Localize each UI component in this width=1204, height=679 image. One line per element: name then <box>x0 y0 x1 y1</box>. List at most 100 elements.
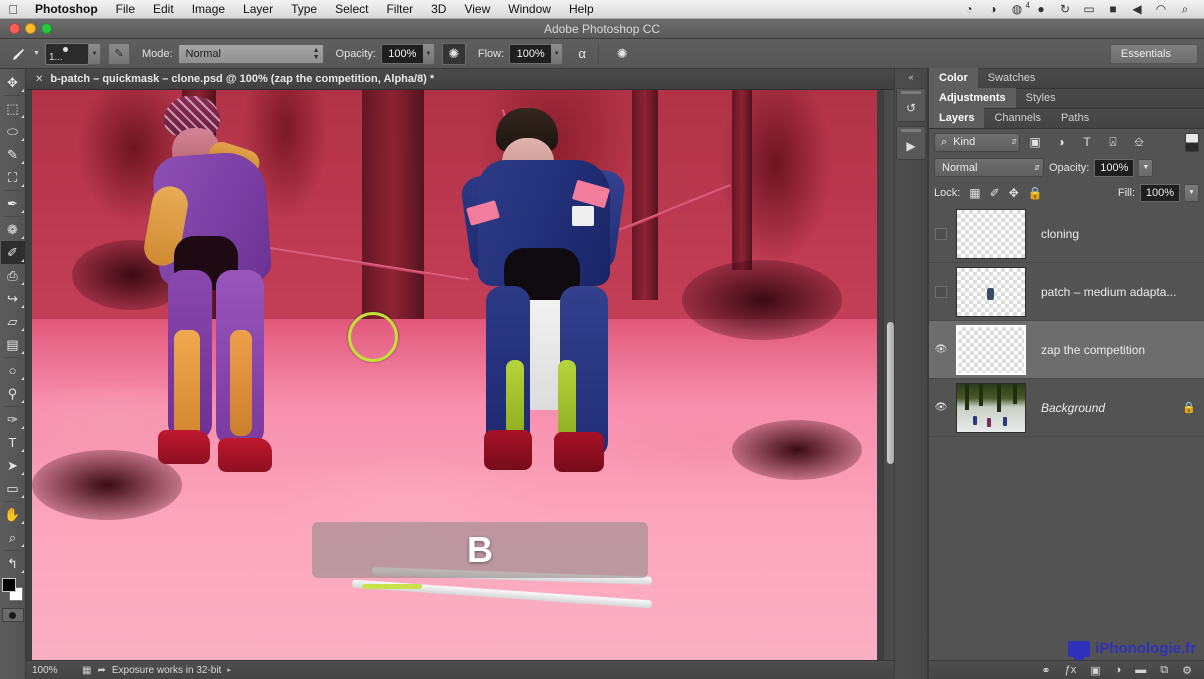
status-expand-arrow-icon[interactable]: ▸ <box>227 666 231 674</box>
tab-layers[interactable]: Layers <box>929 108 985 128</box>
zoom-tool[interactable]: ⌕ <box>1 526 25 549</box>
history-panel-icon[interactable]: ↺ <box>898 97 924 119</box>
edit-toolbar-button[interactable]: ↰ <box>1 552 25 575</box>
menu-photoshop[interactable]: Photoshop <box>26 0 107 19</box>
layer-fill-input[interactable]: 100% <box>1140 183 1180 202</box>
layer-name[interactable]: zap the competition <box>1029 343 1196 357</box>
battery-icon[interactable]: ▭ <box>1078 1 1100 18</box>
tablet-pressure-icon[interactable]: ✎ <box>107 42 130 65</box>
new-layer-icon[interactable]: ⧉ <box>1160 664 1168 677</box>
cloud-sync-icon[interactable]: ◍ <box>1006 1 1030 18</box>
wifi-icon[interactable]: ◠ <box>1150 1 1172 18</box>
layer-styles-icon[interactable]: ƒх <box>1065 664 1077 676</box>
link-layers-icon[interactable]: ⚭ <box>1041 664 1050 677</box>
zoom-level[interactable]: 100% <box>32 665 76 676</box>
tab-styles[interactable]: Styles <box>1016 88 1066 108</box>
flow-input[interactable]: 100% <box>509 43 552 64</box>
document-tab[interactable]: ✕ b-patch – quickmask – clone.psd @ 100%… <box>26 69 896 90</box>
opacity-input[interactable]: 100% <box>380 43 423 64</box>
layer-visibility-off-icon[interactable] <box>929 285 953 298</box>
layer-visibility-off-icon[interactable] <box>929 227 953 240</box>
color-swatches[interactable] <box>1 578 25 604</box>
layer-visibility-empty-box[interactable] <box>935 227 947 240</box>
quick-mask-mode-icon[interactable] <box>1 608 24 622</box>
actions-panel-icon[interactable]: ▶ <box>898 135 924 157</box>
canvas-area[interactable]: B <box>26 90 896 679</box>
quick-selection-tool[interactable]: ✎ <box>1 143 25 166</box>
rectangle-shape-tool[interactable]: ▭ <box>1 477 25 500</box>
eraser-tool[interactable]: ▱ <box>1 310 25 333</box>
filter-enable-toggle[interactable] <box>1185 132 1199 152</box>
tool-preset-chevron-down-icon[interactable]: ▼ <box>32 50 45 57</box>
filter-smart-objects-icon[interactable]: ⎒ <box>1128 132 1150 152</box>
menu-filter[interactable]: Filter <box>377 0 422 19</box>
brush-preset-picker[interactable]: 1... <box>44 42 89 65</box>
foreground-color-swatch[interactable] <box>1 578 16 592</box>
time-machine-icon[interactable]: ◑ <box>982 1 1004 18</box>
layer-fill-chevron-down-icon[interactable]: ▼ <box>1185 183 1199 202</box>
menu-type[interactable]: Type <box>282 0 326 19</box>
document-canvas[interactable]: B <box>32 90 877 663</box>
layer-name[interactable]: Background <box>1029 401 1182 415</box>
add-layer-mask-icon[interactable]: ▣ <box>1090 664 1100 677</box>
workspace-switcher[interactable]: Essentials <box>1109 43 1198 64</box>
layer-name[interactable]: patch – medium adapta... <box>1029 285 1196 299</box>
layer-thumbnail-cell[interactable] <box>953 324 1029 375</box>
close-tab-icon[interactable]: ✕ <box>26 74 50 85</box>
layer-thumbnail-cell[interactable] <box>953 382 1029 433</box>
layer-name[interactable]: cloning <box>1029 227 1196 241</box>
opacity-pressure-icon[interactable]: ✺ <box>441 42 466 65</box>
brush-preset-chevron-down-icon[interactable]: ▼ <box>88 42 101 65</box>
dropbox-icon[interactable]: ◔ <box>958 1 980 18</box>
pen-tool[interactable]: ✑ <box>1 408 25 431</box>
path-selection-tool[interactable]: ➤ <box>1 454 25 477</box>
layer-row[interactable]: 👁 zap the competition <box>929 321 1204 379</box>
lock-transparent-pixels-icon[interactable]: ▦ <box>969 186 980 200</box>
history-brush-tool[interactable]: ↪ <box>1 287 25 310</box>
layer-visibility-empty-box[interactable] <box>935 285 947 298</box>
menu-image[interactable]: Image <box>183 0 234 19</box>
menu-window[interactable]: Window <box>499 0 560 19</box>
layer-thumbnail-cell[interactable] <box>953 266 1029 317</box>
menu-file[interactable]: File <box>107 0 144 19</box>
layer-blend-mode-select[interactable]: Normal ⇵ <box>934 158 1044 177</box>
spot-healing-brush-tool[interactable]: ❁ <box>1 218 25 241</box>
blend-mode-select[interactable]: Normal ▲ ▼ <box>177 43 324 64</box>
crop-tool[interactable]: ⛶ <box>1 166 25 189</box>
tab-color[interactable]: Color <box>929 68 978 88</box>
lasso-tool[interactable]: ⬭ <box>1 120 25 143</box>
layer-visibility-eye-icon[interactable]: 👁 <box>929 344 953 355</box>
menu-edit[interactable]: Edit <box>144 0 183 19</box>
dodge-tool[interactable]: ⚲ <box>1 382 25 405</box>
creative-cloud-icon[interactable]: ● <box>1030 1 1052 18</box>
share-icon[interactable]: ➦ <box>97 665 105 676</box>
document-icon[interactable]: ▦ <box>82 665 91 676</box>
move-tool[interactable]: ✥ <box>1 71 25 94</box>
history-panel-group[interactable]: ↺ <box>896 88 926 122</box>
menu-view[interactable]: View <box>455 0 499 19</box>
layer-opacity-chevron-down-icon[interactable]: ▼ <box>1139 158 1154 177</box>
sync-icon[interactable]: ↻ <box>1054 1 1076 18</box>
layer-row[interactable]: cloning <box>929 205 1204 263</box>
new-adjustment-layer-icon[interactable]: ◑ <box>1115 664 1122 676</box>
layer-filter-kind-select[interactable]: ⌕ Kind ⇵ <box>934 132 1020 152</box>
spotlight-search-icon[interactable]: ⌕ <box>1174 1 1196 18</box>
tab-adjustments[interactable]: Adjustments <box>929 88 1016 108</box>
gradient-tool[interactable]: ▤ <box>1 333 25 356</box>
airbrush-icon[interactable]: α <box>570 43 594 65</box>
brush-smoothing-icon[interactable]: ✺ <box>610 43 634 65</box>
tab-swatches[interactable]: Swatches <box>978 68 1046 88</box>
brush-tool-icon[interactable] <box>6 43 32 65</box>
delete-layer-icon[interactable]: ⚙ <box>1182 664 1192 677</box>
rectangular-marquee-tool[interactable]: ⬚ <box>1 97 25 120</box>
opacity-chevron-down-icon[interactable]: ▼ <box>422 42 435 65</box>
menu-select[interactable]: Select <box>326 0 377 19</box>
menu-help[interactable]: Help <box>560 0 603 19</box>
type-tool[interactable]: T <box>1 431 25 454</box>
volume-icon[interactable]: ◀ <box>1126 1 1148 18</box>
tab-paths[interactable]: Paths <box>1051 108 1099 128</box>
layer-opacity-input[interactable]: 100% <box>1094 158 1135 177</box>
hand-tool[interactable]: ✋ <box>1 503 25 526</box>
filter-shape-layers-icon[interactable]: ⍓ <box>1102 132 1124 152</box>
layer-thumbnail-cell[interactable] <box>953 208 1029 259</box>
